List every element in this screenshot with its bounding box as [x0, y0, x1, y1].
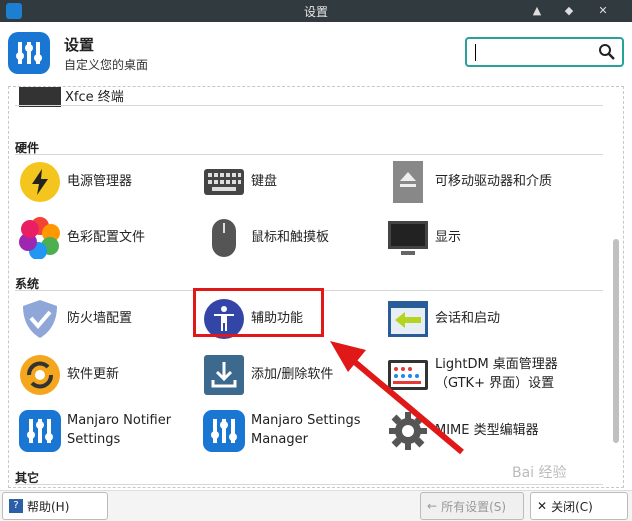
item-removable-drives[interactable]: 可移动驱动器和介质: [387, 159, 607, 203]
close-icon: ✕: [537, 499, 548, 513]
minimize-icon[interactable]: ▲: [528, 2, 546, 20]
text-caret: [475, 44, 476, 61]
terminal-icon: [19, 87, 61, 107]
keyboard-icon: [204, 169, 244, 195]
item-manjaro-settings-manager[interactable]: Manjaro Settings Manager: [203, 408, 383, 452]
item-label: Manjaro Notifier Settings: [67, 413, 172, 447]
divider: [15, 484, 603, 485]
gear-icon: [389, 412, 427, 450]
item-label: MIME 类型编辑器: [435, 422, 539, 438]
session-startup-icon: [388, 301, 428, 337]
item-label: 显示: [435, 229, 462, 245]
item-label: 可移动驱动器和介质: [435, 173, 553, 189]
all-settings-button[interactable]: ← 所有设置(S): [420, 492, 524, 520]
maximize-icon[interactable]: ◆: [560, 2, 578, 20]
lightning-icon: [20, 162, 60, 202]
item-label: 键盘: [251, 173, 278, 189]
all-settings-label: 所有设置(S): [441, 499, 507, 514]
item-label: 软件更新: [67, 366, 120, 382]
update-icon: [20, 355, 60, 395]
title-bar: 设置 ▲ ◆ ✕: [0, 0, 632, 22]
download-icon: [204, 355, 244, 395]
shield-icon: [23, 300, 57, 338]
monitor-icon: [388, 221, 428, 255]
item-label: 防火墙配置: [67, 310, 133, 326]
item-mouse-touchpad[interactable]: 鼠标和触摸板: [203, 215, 373, 259]
footer: ? 帮助(H) ← 所有设置(S) ✕ 关闭(C): [0, 490, 632, 521]
divider: [15, 154, 603, 155]
item-software-update[interactable]: 软件更新: [19, 352, 189, 396]
item-manjaro-notifier[interactable]: Manjaro Notifier Settings: [19, 408, 199, 452]
mouse-icon: [212, 219, 236, 257]
item-label: LightDM 桌面管理器 （GTK+ 界面）设置: [435, 357, 558, 391]
item-label: 鼠标和触摸板: [251, 229, 330, 245]
back-arrow-icon: ←: [427, 499, 438, 513]
item-add-remove-software[interactable]: 添加/删除软件: [203, 352, 378, 396]
help-button[interactable]: ? 帮助(H): [2, 492, 108, 520]
close-label: 关闭(C): [551, 499, 593, 514]
search-input[interactable]: [465, 37, 624, 67]
page-title: 设置: [64, 36, 95, 54]
close-button[interactable]: ✕ 关闭(C): [530, 492, 628, 520]
item-display[interactable]: 显示: [387, 215, 607, 259]
page-subtitle: 自定义您的桌面: [64, 58, 149, 72]
manjaro-settings-icon: [203, 410, 245, 452]
item-power-manager[interactable]: 电源管理器: [19, 159, 189, 203]
lightdm-icon: [388, 360, 428, 390]
item-label: 色彩配置文件: [67, 229, 146, 245]
highlight-box: [193, 288, 324, 337]
item-label: Xfce 终端: [65, 89, 124, 105]
item-session-startup[interactable]: 会话和启动: [387, 296, 607, 340]
manjaro-settings-icon: [19, 410, 61, 452]
help-label: 帮助(H): [27, 499, 70, 514]
watermark: Bai 经验: [512, 465, 567, 481]
item-firewall[interactable]: 防火墙配置: [19, 296, 189, 340]
item-keyboard[interactable]: 键盘: [203, 159, 373, 203]
item-lightdm-settings[interactable]: LightDM 桌面管理器 （GTK+ 界面）设置: [387, 352, 607, 396]
settings-logo-icon: [8, 32, 50, 74]
close-window-icon[interactable]: ✕: [594, 2, 612, 20]
color-wheel-icon: [19, 217, 60, 259]
eject-icon: [393, 161, 423, 203]
item-label: Manjaro Settings Manager: [251, 413, 361, 447]
settings-list: Xfce 终端 硬件 电源管理器 键盘 可移动驱动器和介质 色彩配置文件 鼠标和…: [8, 86, 624, 488]
search-icon[interactable]: [598, 43, 616, 61]
item-label: 会话和启动: [435, 310, 501, 326]
scrollbar-thumb[interactable]: [613, 239, 619, 443]
item-label: 添加/删除软件: [251, 366, 334, 382]
item-mime-editor[interactable]: MIME 类型编辑器: [387, 408, 607, 452]
divider: [15, 105, 603, 106]
item-color-profiles[interactable]: 色彩配置文件: [19, 215, 189, 259]
header: 设置 自定义您的桌面: [0, 22, 632, 84]
help-icon: ?: [9, 499, 23, 513]
scrollbar[interactable]: [613, 96, 621, 480]
item-label: 电源管理器: [67, 173, 133, 189]
item-xfce-terminal[interactable]: Xfce 终端: [19, 87, 189, 119]
